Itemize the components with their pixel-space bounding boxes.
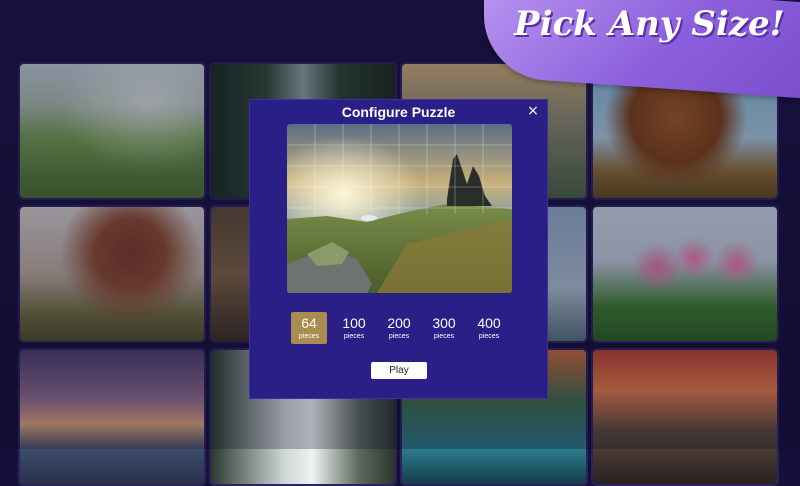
size-unit: pieces bbox=[433, 333, 455, 340]
configure-puzzle-dialog: Configure Puzzle × 64 pieces 100 pieces … bbox=[249, 99, 548, 399]
size-value: 64 bbox=[301, 315, 317, 331]
size-value: 400 bbox=[477, 315, 501, 331]
close-icon[interactable]: × bbox=[525, 103, 541, 119]
play-button[interactable]: Play bbox=[371, 362, 427, 379]
size-option-100[interactable]: 100 pieces bbox=[336, 312, 372, 344]
piece-count-selector: 64 pieces 100 pieces 200 pieces 300 piec… bbox=[291, 312, 511, 344]
size-option-400[interactable]: 400 pieces bbox=[471, 312, 507, 344]
size-option-200[interactable]: 200 pieces bbox=[381, 312, 417, 344]
landscape-preview bbox=[287, 124, 512, 293]
puzzle-preview-image bbox=[287, 124, 512, 293]
size-unit: pieces bbox=[343, 333, 365, 340]
size-unit: pieces bbox=[478, 333, 500, 340]
size-unit: pieces bbox=[298, 333, 320, 340]
size-unit: pieces bbox=[388, 333, 410, 340]
size-value: 300 bbox=[432, 315, 456, 331]
size-option-64[interactable]: 64 pieces bbox=[291, 312, 327, 344]
size-value: 200 bbox=[387, 315, 411, 331]
size-value: 100 bbox=[342, 315, 366, 331]
promo-banner-text: Pick Any Size! bbox=[514, 4, 785, 44]
size-option-300[interactable]: 300 pieces bbox=[426, 312, 462, 344]
dialog-title: Configure Puzzle bbox=[341, 104, 456, 120]
